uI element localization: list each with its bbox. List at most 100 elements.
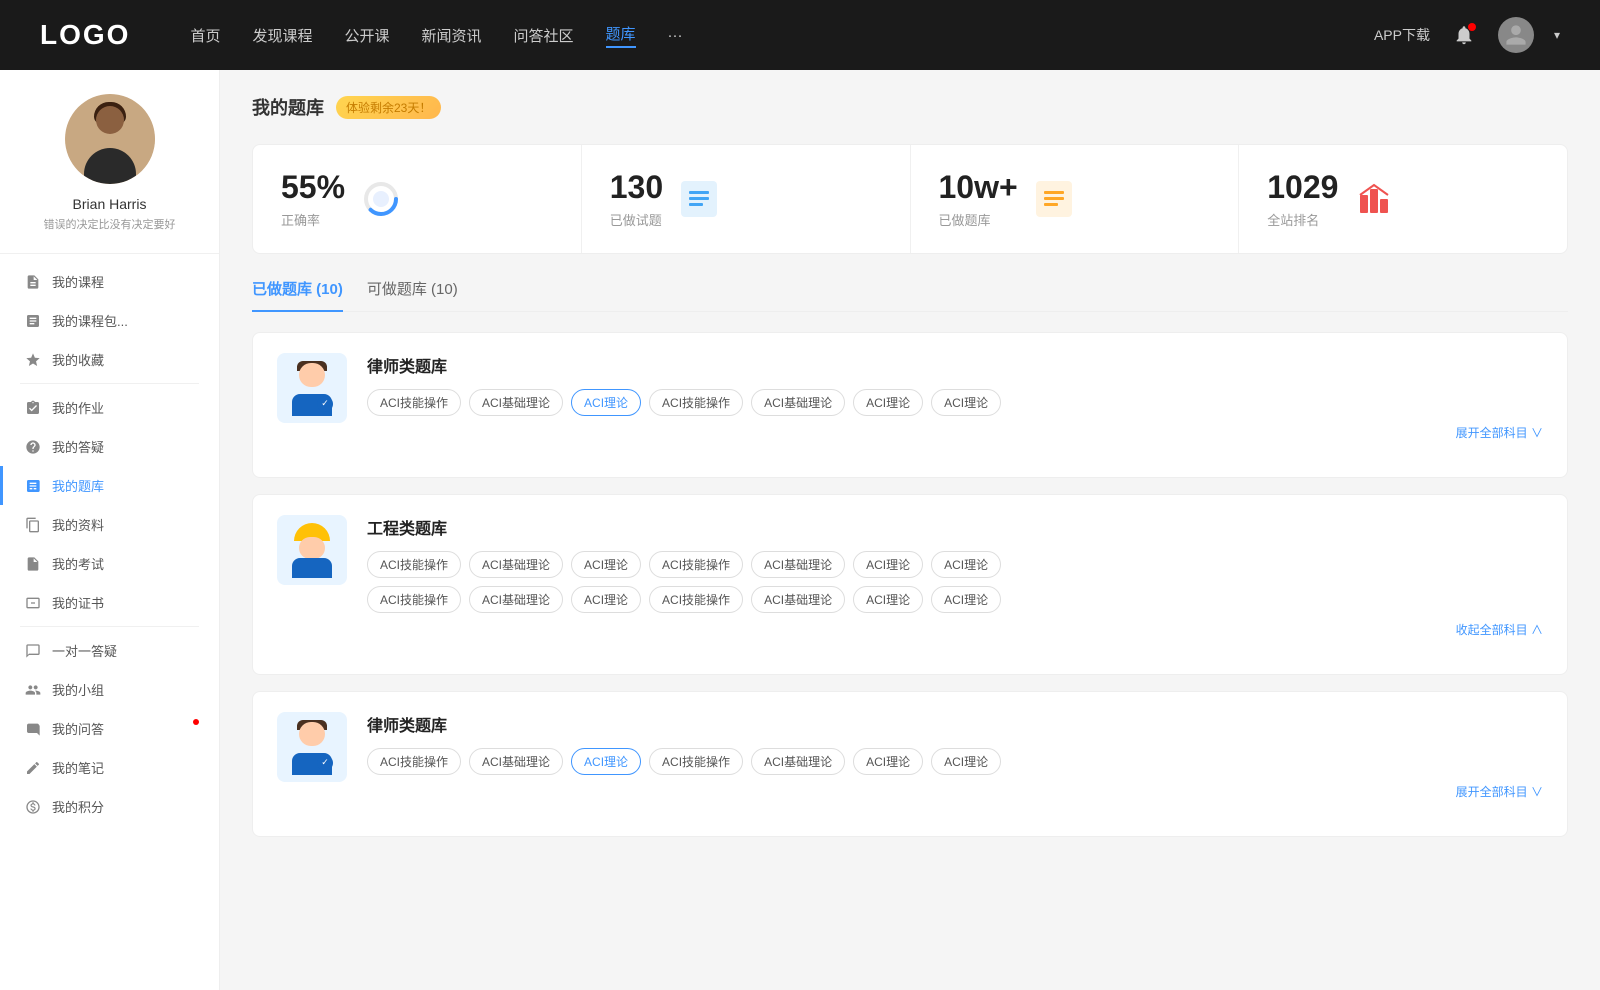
sidebar-item-notes[interactable]: 我的笔记 — [0, 748, 219, 787]
stat-banks: 10w+ 已做题库 — [911, 145, 1240, 253]
qbank-expand-1[interactable]: 展开全部科目 ∨ — [367, 424, 1543, 441]
sidebar-item-homework[interactable]: 我的作业 — [0, 388, 219, 427]
tag-3-1[interactable]: ACI技能操作 — [367, 748, 461, 775]
avatar[interactable] — [1498, 17, 1534, 53]
package-icon — [24, 312, 42, 330]
tag-1-7[interactable]: ACI理论 — [931, 389, 1001, 416]
tab-available[interactable]: 可做题库 (10) — [367, 278, 458, 311]
app-download[interactable]: APP下载 — [1374, 25, 1430, 45]
qbank-card-lawyer-2: ✓ 律师类题库 ACI技能操作 ACI基础理论 ACI理论 ACI技能操作 AC… — [252, 691, 1568, 837]
law-check-badge: ✓ — [317, 396, 333, 412]
layout: Brian Harris 错误的决定比没有决定要好 我的课程 我的课程包... — [0, 70, 1600, 990]
sidebar-item-favorites[interactable]: 我的收藏 — [0, 340, 219, 379]
tag-1-5[interactable]: ACI基础理论 — [751, 389, 845, 416]
stat-accuracy: 55% 正确率 — [253, 145, 582, 253]
sidebar-item-questions[interactable]: 我的问答 — [0, 709, 219, 748]
sidebar-item-points[interactable]: 我的积分 — [0, 787, 219, 826]
qbank-title-1: 律师类题库 — [367, 353, 1543, 377]
law-check-badge-2: ✓ — [317, 755, 333, 771]
qbank-tags-3: ACI技能操作 ACI基础理论 ACI理论 ACI技能操作 ACI基础理论 AC… — [367, 748, 1543, 775]
points-icon — [24, 798, 42, 816]
nav-open-course[interactable]: 公开课 — [344, 25, 389, 46]
bell-button[interactable] — [1450, 21, 1478, 49]
sidebar-motto: 错误的决定比没有决定要好 — [20, 218, 199, 233]
cert-icon — [24, 594, 42, 612]
tag-2-4[interactable]: ACI技能操作 — [649, 551, 743, 578]
qbank-header-3: ✓ 律师类题库 ACI技能操作 ACI基础理论 ACI理论 ACI技能操作 AC… — [277, 712, 1543, 800]
tag-2-7[interactable]: ACI理论 — [931, 551, 1001, 578]
tabs-row: 已做题库 (10) 可做题库 (10) — [252, 278, 1568, 312]
sidebar: Brian Harris 错误的决定比没有决定要好 我的课程 我的课程包... — [0, 70, 220, 990]
tag-1-3[interactable]: ACI理论 — [571, 389, 641, 416]
sidebar-profile: Brian Harris 错误的决定比没有决定要好 — [0, 94, 219, 254]
qbank-expand-3[interactable]: 展开全部科目 ∨ — [367, 783, 1543, 800]
page-header: 我的题库 体验剩余23天！ — [252, 94, 1568, 120]
stat-rank-label: 全站排名 — [1267, 210, 1338, 229]
divider2 — [20, 626, 199, 627]
tag-2-9[interactable]: ACI基础理论 — [469, 586, 563, 613]
donut-icon — [361, 179, 401, 219]
tag-3-6[interactable]: ACI理论 — [853, 748, 923, 775]
tag-2-8[interactable]: ACI技能操作 — [367, 586, 461, 613]
sidebar-username: Brian Harris — [20, 196, 199, 212]
sidebar-item-qbank[interactable]: 我的题库 — [0, 466, 219, 505]
avatar-chevron[interactable]: ▾ — [1554, 28, 1560, 42]
nav-qbank[interactable]: 题库 — [606, 23, 636, 48]
tag-2-6[interactable]: ACI理论 — [853, 551, 923, 578]
sidebar-item-group[interactable]: 我的小组 — [0, 670, 219, 709]
one-on-one-icon — [24, 642, 42, 660]
tag-2-11[interactable]: ACI技能操作 — [649, 586, 743, 613]
doc-icon — [24, 516, 42, 534]
tag-3-2[interactable]: ACI基础理论 — [469, 748, 563, 775]
sidebar-item-cert[interactable]: 我的证书 — [0, 583, 219, 622]
divider1 — [20, 383, 199, 384]
tag-3-7[interactable]: ACI理论 — [931, 748, 1001, 775]
qbank-collapse-2[interactable]: 收起全部科目 ∧ — [367, 621, 1543, 638]
tag-2-3[interactable]: ACI理论 — [571, 551, 641, 578]
tag-1-1[interactable]: ACI技能操作 — [367, 389, 461, 416]
qbank-icon-lawyer-1: ✓ — [277, 353, 347, 423]
nav-menu: 首页 发现课程 公开课 新闻资讯 问答社区 题库 ··· — [190, 23, 1374, 48]
nav-discover[interactable]: 发现课程 — [252, 25, 312, 46]
question-icon — [24, 438, 42, 456]
sidebar-item-tutoring[interactable]: 一对一答疑 — [0, 631, 219, 670]
tag-3-5[interactable]: ACI基础理论 — [751, 748, 845, 775]
sidebar-item-course[interactable]: 我的课程 — [0, 262, 219, 301]
tag-3-4[interactable]: ACI技能操作 — [649, 748, 743, 775]
tag-2-12[interactable]: ACI基础理论 — [751, 586, 845, 613]
tab-done[interactable]: 已做题库 (10) — [252, 278, 343, 311]
tag-2-14[interactable]: ACI理论 — [931, 586, 1001, 613]
tag-1-4[interactable]: ACI技能操作 — [649, 389, 743, 416]
sidebar-item-data[interactable]: 我的资料 — [0, 505, 219, 544]
sidebar-item-exam[interactable]: 我的考试 — [0, 544, 219, 583]
nav-more[interactable]: ··· — [668, 27, 683, 44]
tag-1-6[interactable]: ACI理论 — [853, 389, 923, 416]
homework-icon — [24, 399, 42, 417]
qbank-header-2: 工程类题库 ACI技能操作 ACI基础理论 ACI理论 ACI技能操作 ACI基… — [277, 515, 1543, 638]
qa-dot — [193, 719, 199, 725]
qa-icon — [24, 720, 42, 738]
tag-2-13[interactable]: ACI理论 — [853, 586, 923, 613]
tag-2-5[interactable]: ACI基础理论 — [751, 551, 845, 578]
bell-dot — [1468, 23, 1476, 31]
tag-2-10[interactable]: ACI理论 — [571, 586, 641, 613]
stat-accuracy-value: 55% — [281, 169, 345, 206]
nav-qa[interactable]: 问答社区 — [514, 25, 574, 46]
qbank-tags-1: ACI技能操作 ACI基础理论 ACI理论 ACI技能操作 ACI基础理论 AC… — [367, 389, 1543, 416]
navbar: LOGO 首页 发现课程 公开课 新闻资讯 问答社区 题库 ··· APP下载 … — [0, 0, 1600, 70]
tag-1-2[interactable]: ACI基础理论 — [469, 389, 563, 416]
sidebar-item-package[interactable]: 我的课程包... — [0, 301, 219, 340]
stat-questions-label: 已做试题 — [610, 210, 663, 229]
course-icon — [24, 273, 42, 291]
main-content: 我的题库 体验剩余23天！ 55% 正确率 — [220, 70, 1600, 990]
tag-3-3[interactable]: ACI理论 — [571, 748, 641, 775]
stat-banks-value: 10w+ — [939, 169, 1018, 206]
tag-2-2[interactable]: ACI基础理论 — [469, 551, 563, 578]
sidebar-item-qa[interactable]: 我的答疑 — [0, 427, 219, 466]
nav-home[interactable]: 首页 — [190, 25, 220, 46]
nav-news[interactable]: 新闻资讯 — [422, 25, 482, 46]
qbank-icon-lawyer-2: ✓ — [277, 712, 347, 782]
tag-2-1[interactable]: ACI技能操作 — [367, 551, 461, 578]
stat-questions-value: 130 — [610, 169, 663, 206]
qbank-tags-2b: ACI技能操作 ACI基础理论 ACI理论 ACI技能操作 ACI基础理论 AC… — [367, 586, 1543, 613]
